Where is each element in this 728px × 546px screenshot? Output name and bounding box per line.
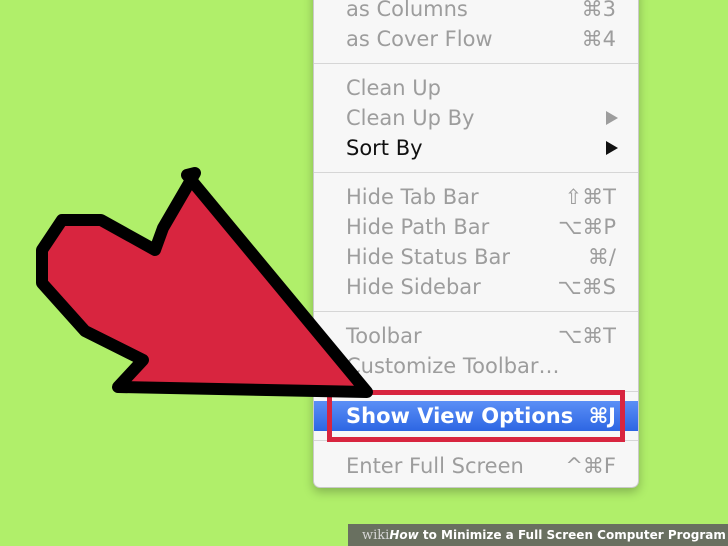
wikihow-footer: wikiHow to Minimize a Full Screen Comput… <box>348 524 728 546</box>
how-logo-text: How <box>389 528 419 542</box>
wiki-logo-text: wiki <box>362 528 390 543</box>
pointer-arrow-icon <box>36 167 373 398</box>
article-title: to Minimize a Full Screen Computer Progr… <box>418 528 726 542</box>
